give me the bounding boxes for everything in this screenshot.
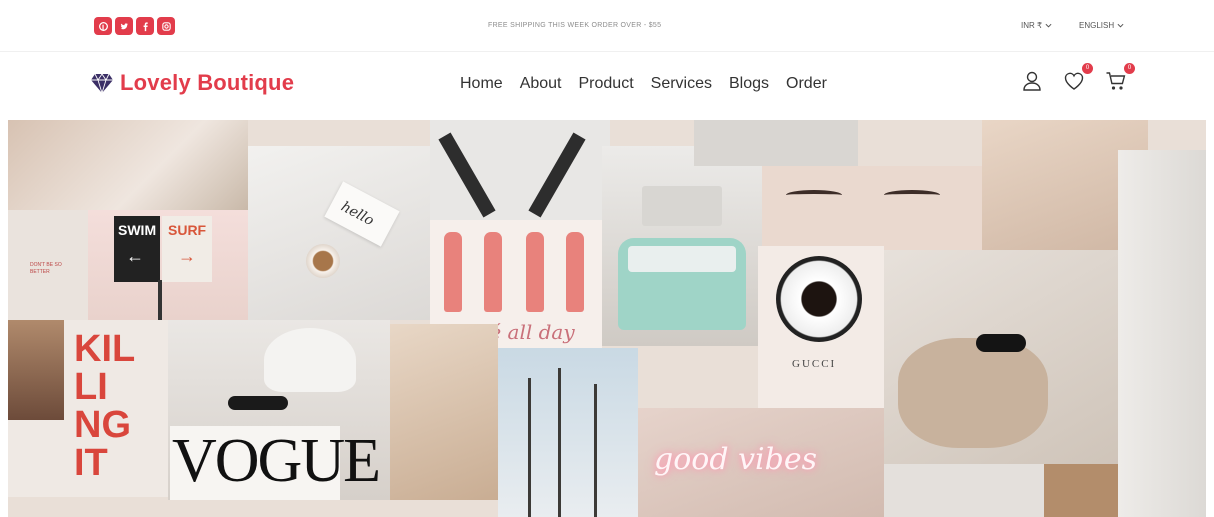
collage-tile-good-vibes: good vibes: [638, 408, 884, 517]
social-links: [94, 17, 175, 35]
heart-icon: [1064, 72, 1084, 90]
collage-tile-room: [884, 464, 1044, 517]
top-bar: FREE SHIPPING THIS WEEK ORDER OVER - $55…: [0, 0, 1214, 52]
pinterest-link[interactable]: [94, 17, 112, 35]
nav-services[interactable]: Services: [651, 75, 712, 93]
swim-sign-text: SWIM: [118, 222, 157, 238]
small-sign-text: DON'T BE SO BETTER: [30, 262, 62, 275]
collage-tile-lashes: [762, 166, 982, 250]
collage-tile-palms-top: [694, 120, 858, 166]
collage-tile-vogue: VOGUE: [168, 320, 390, 500]
header-actions: 0 0: [1021, 63, 1135, 92]
chevron-down-icon: [1045, 23, 1052, 28]
facebook-link[interactable]: [136, 17, 154, 35]
chevron-down-icon: [1117, 23, 1124, 28]
language-select[interactable]: ENGLISH: [1079, 21, 1124, 30]
twitter-icon: [120, 22, 128, 29]
cart-button[interactable]: 0: [1105, 63, 1135, 92]
nav-about[interactable]: About: [520, 75, 562, 93]
collage-tile-gucci: GUCCI: [758, 246, 884, 408]
collage-tile-wood: [1044, 464, 1118, 517]
collage-tile-glasses: [430, 120, 610, 220]
nav-product[interactable]: Product: [579, 75, 634, 93]
hero-collage: SWIM SURF ← → DON'T BE SO BETTER hello R…: [8, 120, 1206, 517]
pinterest-icon: [98, 21, 108, 31]
collage-tile-swim-surf: SWIM SURF ← →: [88, 210, 248, 320]
collage-tile-paper: [1118, 150, 1206, 517]
gucci-text: GUCCI: [792, 358, 837, 370]
killing-text-3: NG: [74, 404, 131, 446]
nav-home[interactable]: Home: [460, 75, 503, 93]
user-icon: [1023, 71, 1041, 91]
currency-select[interactable]: INR ₹: [1021, 21, 1052, 30]
arrow-right-icon: →: [178, 246, 196, 266]
collage-tile-bag: [884, 250, 1118, 464]
surf-sign-text: SURF: [168, 222, 207, 238]
instagram-link[interactable]: [157, 17, 175, 35]
collage-tile-van: [602, 146, 762, 346]
collage-tile-hello-coffee: hello: [248, 146, 430, 320]
collage-tile-shells: [390, 324, 498, 500]
killing-text-1: KIL: [74, 328, 136, 370]
killing-text-2: LI: [74, 366, 108, 408]
twitter-link[interactable]: [115, 17, 133, 35]
facebook-icon: [143, 21, 148, 31]
diamond-icon: [91, 73, 113, 94]
wishlist-count-badge: 0: [1082, 63, 1093, 74]
cart-count-badge: 0: [1124, 63, 1135, 74]
killing-text-4: IT: [74, 442, 108, 484]
currency-value: INR ₹: [1021, 21, 1043, 30]
collage-tile-sign: DON'T BE SO BETTER: [8, 210, 88, 320]
arrow-left-icon: ←: [126, 246, 144, 266]
account-button[interactable]: [1021, 68, 1045, 92]
good-vibes-text: good vibes: [654, 442, 817, 477]
nav-blogs[interactable]: Blogs: [729, 75, 769, 93]
collage-tile-killing-it: KIL LI NG IT: [8, 320, 168, 497]
main-header: Lovely Boutique Home About Product Servi…: [0, 52, 1214, 120]
brand-logo[interactable]: Lovely Boutique: [90, 70, 294, 96]
nav-order[interactable]: Order: [786, 75, 827, 93]
language-value: ENGLISH: [1079, 21, 1115, 30]
promo-text: FREE SHIPPING THIS WEEK ORDER OVER - $55: [488, 22, 662, 29]
instagram-icon: [161, 21, 171, 31]
collage-tile-beach: [8, 120, 248, 210]
vogue-text: VOGUE: [172, 427, 381, 495]
collage-tile-palms: [498, 348, 638, 517]
brand-name: Lovely Boutique: [120, 70, 295, 95]
cart-icon: [1106, 72, 1126, 90]
wishlist-button[interactable]: 0: [1063, 63, 1093, 92]
main-nav: Home About Product Services Blogs Order: [460, 75, 827, 93]
